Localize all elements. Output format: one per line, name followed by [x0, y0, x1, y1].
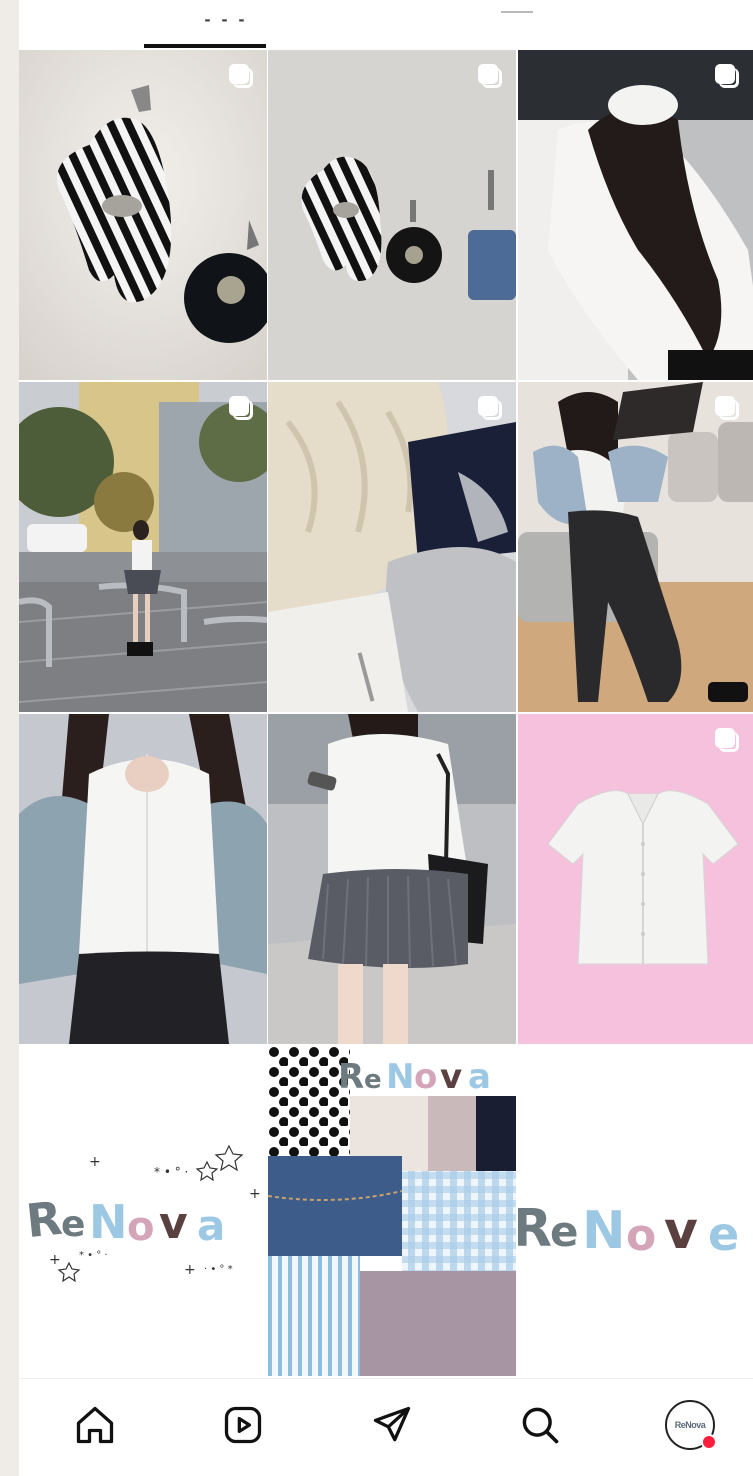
- carousel-icon: [715, 728, 739, 752]
- tab-posts-grid[interactable]: - - -: [19, 0, 267, 48]
- svg-text:N: N: [582, 1201, 626, 1261]
- profile-avatar: ReNova: [665, 1400, 717, 1450]
- svg-text:o: o: [414, 1057, 437, 1097]
- nav-profile[interactable]: ReNova: [662, 1397, 718, 1453]
- svg-text:R: R: [518, 1199, 552, 1259]
- svg-text:* • ° ·: * • ° ·: [79, 1250, 108, 1261]
- post-white-shirt-cardigan[interactable]: [19, 714, 267, 1044]
- post-image: [19, 714, 267, 1044]
- svg-text:a: a: [468, 1057, 491, 1097]
- post-pleated-skirt-outfit[interactable]: [268, 714, 516, 1044]
- post-reading-sofa[interactable]: [518, 382, 753, 712]
- post-white-blouse-pink[interactable]: [518, 714, 753, 1044]
- nav-search[interactable]: [512, 1397, 568, 1453]
- svg-text:R: R: [338, 1057, 364, 1097]
- post-image: [268, 714, 516, 1044]
- post-image: [518, 714, 753, 1044]
- tab-tagged[interactable]: [455, 0, 703, 48]
- svg-text:o: o: [626, 1210, 656, 1261]
- sparkle-decoration: +: [89, 1154, 101, 1170]
- post-keychains-row[interactable]: [268, 50, 516, 380]
- svg-text:e: e: [364, 1065, 382, 1095]
- svg-text:* • ° ·: * • ° ·: [154, 1165, 188, 1179]
- profile-screen: - - - R e N o v a + + + + * • ° · * • ° …: [19, 0, 753, 1476]
- svg-text:v: v: [159, 1198, 188, 1249]
- svg-text:v: v: [440, 1057, 462, 1097]
- svg-text:N: N: [386, 1057, 414, 1097]
- svg-text:o: o: [127, 1204, 154, 1250]
- nav-messages[interactable]: [364, 1397, 420, 1453]
- svg-text:a: a: [197, 1201, 225, 1250]
- carousel-icon: [229, 64, 253, 88]
- svg-text:R: R: [24, 1191, 65, 1248]
- svg-text:N: N: [89, 1195, 128, 1249]
- svg-text:e: e: [61, 1204, 85, 1245]
- post-renova-logo-cropped[interactable]: R e N o v e: [518, 1046, 753, 1376]
- active-tab-indicator: [144, 44, 266, 48]
- send-icon: [373, 1406, 411, 1442]
- home-icon: [76, 1406, 114, 1444]
- post-knit-and-bag[interactable]: [268, 382, 516, 712]
- post-image: [19, 50, 267, 380]
- post-image: [268, 382, 516, 712]
- search-icon: [522, 1407, 559, 1444]
- profile-tab-bar: - - -: [19, 0, 753, 48]
- tagged-icon: [501, 11, 533, 13]
- notification-dot: [701, 1434, 717, 1450]
- svg-text:· • ° *: · • ° *: [204, 1264, 233, 1275]
- post-renova-logo-stars[interactable]: R e N o v a + + + + * • ° · * • ° · · • …: [19, 1046, 267, 1376]
- post-image: R e N o v a: [268, 1046, 516, 1376]
- avatar-logo-text: ReNova: [674, 1420, 706, 1430]
- svg-text:+: +: [249, 1186, 261, 1202]
- reels-icon: [224, 1406, 262, 1444]
- post-keychain-closeup[interactable]: [19, 50, 267, 380]
- carousel-icon: [478, 64, 502, 88]
- bottom-nav-bar: ReNova: [19, 1378, 753, 1476]
- carousel-icon: [715, 64, 739, 88]
- carousel-icon: [478, 396, 502, 420]
- post-image: [268, 50, 516, 380]
- post-scrunchie-hair[interactable]: [518, 50, 753, 380]
- svg-text:+: +: [49, 1252, 61, 1268]
- post-image: R e N o v a + + + + * • ° · * • ° · · • …: [19, 1046, 267, 1376]
- carousel-icon: [715, 396, 739, 420]
- post-image: [19, 382, 267, 712]
- post-image: [518, 382, 753, 712]
- post-image: R e N o v e: [518, 1046, 753, 1376]
- carousel-icon: [229, 396, 253, 420]
- grid-icon: - - -: [204, 8, 248, 29]
- svg-text:e: e: [550, 1207, 579, 1256]
- nav-reels[interactable]: [215, 1397, 271, 1453]
- svg-text:e: e: [708, 1207, 739, 1261]
- svg-text:+: +: [184, 1262, 196, 1278]
- post-image: [518, 50, 753, 380]
- post-renova-fabric-collage[interactable]: R e N o v a: [268, 1046, 516, 1376]
- svg-text:v: v: [664, 1201, 698, 1261]
- post-street-outfit[interactable]: [19, 382, 267, 712]
- nav-home[interactable]: [67, 1397, 123, 1453]
